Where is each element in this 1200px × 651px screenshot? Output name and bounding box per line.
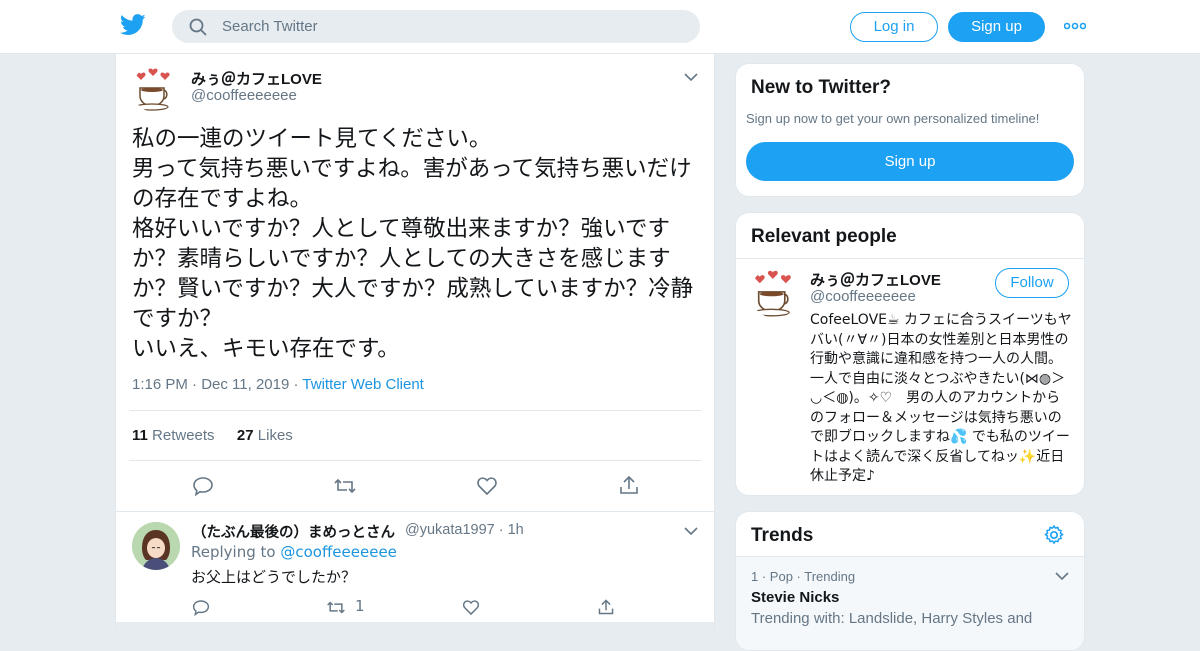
trend-meta: 1 · Pop · Trending bbox=[751, 569, 856, 584]
settings-gear-icon[interactable] bbox=[1043, 524, 1065, 546]
person-bio: CofeeLOVE☕ カフェに合うスイーツもヤバい(〃∀〃)日本の女性差別と日本… bbox=[810, 312, 1072, 484]
trend-status: Trending bbox=[804, 569, 856, 584]
search-input[interactable] bbox=[222, 10, 682, 43]
person-handle[interactable]: @cooffeeeeeee bbox=[810, 288, 916, 305]
divider bbox=[736, 258, 1084, 259]
trend-name[interactable]: Stevie Nicks bbox=[751, 589, 839, 606]
share-icon[interactable] bbox=[597, 598, 615, 616]
reply-handle-text: @yukata1997 bbox=[405, 522, 495, 538]
retweets-label: Retweets bbox=[152, 427, 215, 444]
reply-author-handle[interactable]: @yukata1997 · 1h bbox=[405, 522, 524, 538]
tweet-stats: 11 Retweets 27 Likes bbox=[132, 427, 293, 444]
twitter-bird-icon[interactable] bbox=[120, 14, 146, 36]
retweet-icon[interactable] bbox=[326, 599, 346, 616]
author-handle[interactable]: @cooffeeeeeee bbox=[191, 87, 297, 104]
tweet-date[interactable]: Dec 11, 2019 bbox=[201, 376, 289, 393]
retweet-icon[interactable] bbox=[333, 476, 357, 496]
reply-author-avatar[interactable] bbox=[132, 522, 180, 570]
author-avatar[interactable] bbox=[132, 66, 178, 112]
tweet-detail-column: みぅ＠カフェLOVE @cooffeeeeeee 私の一連のツイート見てください… bbox=[115, 54, 715, 630]
reply-retweet-count: 1 bbox=[355, 597, 365, 615]
trends-card: Trends 1 · Pop · Trending Stevie Nicks T… bbox=[735, 511, 1085, 651]
person-name[interactable]: みぅ＠カフェLOVE bbox=[810, 269, 941, 290]
timeline-separator bbox=[116, 622, 714, 630]
card-title: Relevant people bbox=[751, 226, 897, 247]
likes-stat[interactable]: 27 Likes bbox=[237, 427, 293, 444]
search-icon bbox=[189, 18, 207, 36]
divider bbox=[129, 460, 701, 461]
chevron-down-icon[interactable] bbox=[684, 526, 698, 536]
retweets-stat[interactable]: 11 Retweets bbox=[132, 427, 215, 444]
search-box[interactable] bbox=[172, 10, 700, 43]
like-heart-icon[interactable] bbox=[476, 476, 498, 496]
author-name[interactable]: みぅ＠カフェLOVE bbox=[191, 68, 322, 89]
signup-button[interactable]: Sign up bbox=[948, 12, 1045, 42]
sidebar-signup-button[interactable]: Sign up bbox=[746, 142, 1074, 181]
follow-button[interactable]: Follow bbox=[995, 268, 1069, 298]
new-to-twitter-card: New to Twitter? Sign up now to get your … bbox=[735, 63, 1085, 197]
login-button[interactable]: Log in bbox=[850, 12, 938, 42]
reply-time[interactable]: 1h bbox=[508, 522, 524, 538]
replying-to: Replying to @cooffeeeeeee bbox=[191, 543, 397, 561]
trends-header: Trends bbox=[736, 512, 1084, 557]
trend-category: Pop bbox=[769, 569, 793, 584]
reply-author-name[interactable]: （たぶん最後の）まめっとさん bbox=[192, 521, 395, 542]
reply-text: お父上はどうでしたか？ bbox=[191, 568, 357, 586]
likes-count: 27 bbox=[236, 427, 254, 444]
relevant-people-card: Relevant people みぅ＠カフェLOVE @cooffeeeeeee… bbox=[735, 212, 1085, 496]
card-title: Trends bbox=[751, 525, 814, 546]
tweet-meta: 1:16 PM · Dec 11, 2019 · Twitter Web Cli… bbox=[132, 376, 424, 393]
person-avatar[interactable] bbox=[750, 268, 800, 318]
retweets-count: 11 bbox=[132, 427, 148, 444]
reply-icon[interactable] bbox=[192, 599, 210, 616]
top-navigation-bar: Log in Sign up bbox=[0, 0, 1200, 54]
meta-separator: · bbox=[192, 376, 202, 393]
reply-icon[interactable] bbox=[192, 476, 214, 496]
more-dots-icon[interactable] bbox=[1064, 18, 1086, 34]
share-icon[interactable] bbox=[618, 474, 640, 496]
tweet-time[interactable]: 1:16 PM bbox=[132, 376, 188, 393]
replying-label: Replying to bbox=[191, 543, 276, 561]
chevron-down-icon[interactable] bbox=[684, 72, 698, 82]
reply-tweet[interactable]: （たぶん最後の）まめっとさん @yukata1997 · 1h Replying… bbox=[116, 511, 714, 631]
trend-item[interactable]: 1 · Pop · Trending Stevie Nicks Trending… bbox=[736, 558, 1084, 650]
card-subtitle: Sign up now to get your own personalized… bbox=[746, 111, 1040, 126]
trend-with: Trending with: Landslide, Harry Styles a… bbox=[751, 610, 1033, 627]
like-heart-icon[interactable] bbox=[462, 599, 480, 616]
replying-to-link[interactable]: @cooffeeeeeee bbox=[280, 543, 397, 561]
tweet-text: 私の一連のツイート見てください。 男って気持ち悪いですよね。害があって気持ち悪い… bbox=[132, 126, 694, 362]
divider bbox=[129, 410, 701, 411]
card-title: New to Twitter? bbox=[751, 77, 892, 98]
likes-label: Likes bbox=[257, 427, 293, 444]
trend-rank: 1 bbox=[751, 569, 759, 584]
chevron-down-icon[interactable] bbox=[1055, 571, 1069, 581]
tweet-source-link[interactable]: Twitter Web Client bbox=[302, 376, 423, 393]
